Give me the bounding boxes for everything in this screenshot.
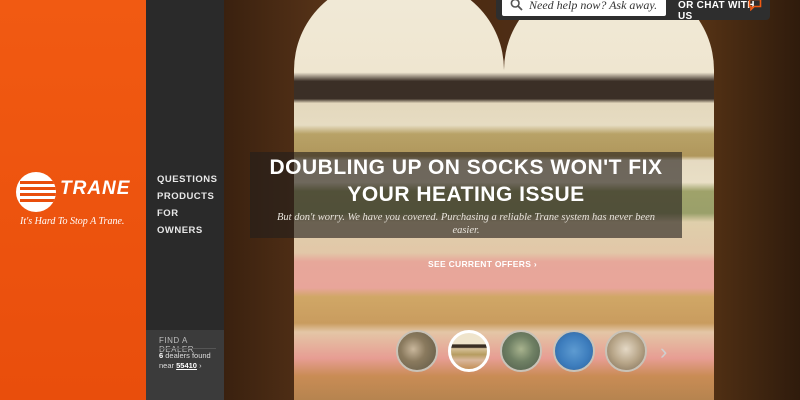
hero-subtext: But don't worry. We have you covered. Pu… (276, 212, 656, 236)
nav-list: QUESTIONS PRODUCTS FOR OWNERS (157, 171, 224, 239)
chat-bubble-icon[interactable] (748, 0, 762, 11)
see-current-offers-link[interactable]: SEE CURRENT OFFERS › (428, 259, 537, 269)
trane-logo[interactable]: TRANE It's Hard To Stop A Trane. (16, 172, 131, 232)
dealer-arrow-icon[interactable]: › (199, 361, 202, 370)
dealer-count: 6 (159, 351, 164, 360)
carousel-thumb-2[interactable] (448, 330, 490, 372)
help-search-input[interactable] (529, 0, 665, 14)
dealer-zip-link[interactable]: 55410 (176, 361, 197, 370)
logo-wordmark: TRANE (60, 178, 131, 199)
carousel-thumb-5[interactable] (605, 330, 647, 372)
carousel-thumb-4[interactable] (553, 330, 595, 372)
find-dealer-panel[interactable]: FIND A DEALER 6 dealers found near 55410… (146, 330, 224, 400)
nav-item-products[interactable]: PRODUCTS (157, 188, 224, 205)
hero-headline-line1: DOUBLING UP ON SOCKS WON'T FIX (269, 156, 663, 179)
search-icon[interactable] (510, 0, 523, 11)
hero-headline-panel: DOUBLING UP ON SOCKS WON'T FIX YOUR HEAT… (250, 152, 682, 238)
hero-headline-line2: YOUR HEATING ISSUE (347, 183, 585, 206)
dealer-near-text: near (159, 361, 175, 370)
dealer-count-line: 6 dealers found (159, 351, 211, 360)
main-nav: QUESTIONS PRODUCTS FOR OWNERS FIND A DEA… (146, 0, 224, 400)
nav-item-for-owners[interactable]: FOR OWNERS (157, 205, 224, 239)
brand-panel: TRANE It's Hard To Stop A Trane. (0, 0, 146, 400)
brand-tagline: It's Hard To Stop A Trane. (20, 216, 125, 227)
search-box[interactable] (502, 0, 666, 16)
carousel-thumb-1[interactable] (396, 330, 438, 372)
nav-item-questions[interactable]: QUESTIONS (157, 171, 224, 188)
dealer-location-line: near 55410 › (159, 361, 202, 370)
carousel-next-icon[interactable]: › (660, 341, 667, 363)
dealer-found-text: dealers found (165, 351, 211, 360)
help-search-bar: OR CHAT WITH US (496, 0, 770, 22)
trane-logo-icon (16, 172, 56, 212)
divider (159, 348, 216, 349)
carousel-thumb-3[interactable] (500, 330, 542, 372)
hero-headline: DOUBLING UP ON SOCKS WON'T FIX YOUR HEAT… (250, 154, 682, 208)
